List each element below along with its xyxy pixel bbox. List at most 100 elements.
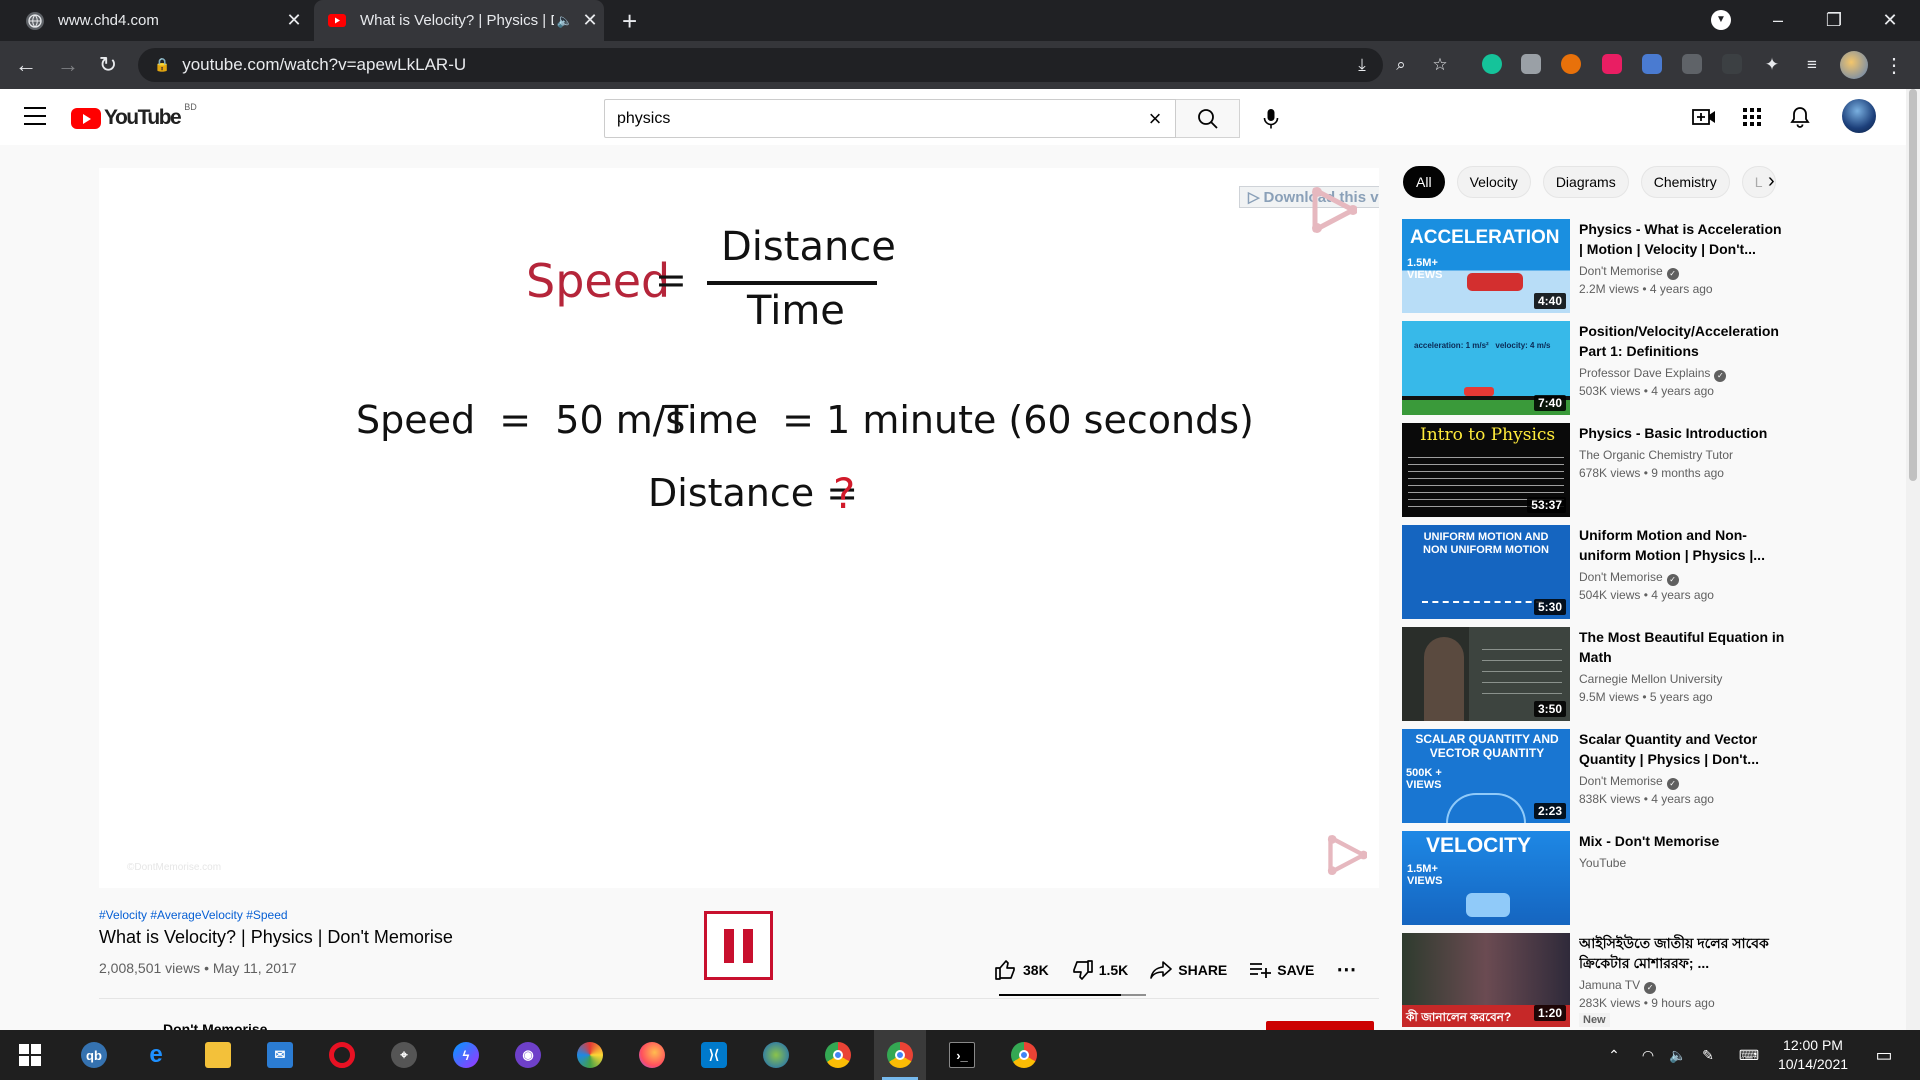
chip-chemistry[interactable]: Chemistry xyxy=(1640,166,1730,198)
speaker-muted-icon[interactable]: 🔈 xyxy=(554,13,576,29)
tab-search-chevron-icon[interactable]: ▼ xyxy=(1711,10,1731,30)
pause-button[interactable] xyxy=(704,911,773,980)
back-arrow-icon[interactable]: ← xyxy=(12,51,40,79)
video-thumbnail[interactable]: ACCELERATION 1.5M+ VIEWS 4:40 xyxy=(1402,219,1570,313)
video-title[interactable]: Position/Velocity/Acceleration Part 1: D… xyxy=(1579,321,1789,361)
channel-name[interactable]: YouTube xyxy=(1579,856,1626,870)
recommendation-item[interactable]: VELOCITY 1.5M+ VIEWS Mix - Don't Memoris… xyxy=(1402,831,1782,925)
recommendation-item[interactable]: কী জানালেন করবেন? 1:20 আইসিইউতে জাতীয় দ… xyxy=(1402,933,1782,1027)
pen-icon[interactable]: ✎ xyxy=(1694,1030,1722,1080)
terminal-icon[interactable]: ›_ xyxy=(936,1030,988,1080)
search-box[interactable]: physics × xyxy=(604,99,1176,138)
recommendation-item[interactable]: ACCELERATION 1.5M+ VIEWS 4:40 Physics - … xyxy=(1402,219,1782,313)
action-center-icon[interactable]: ▭ xyxy=(1866,1030,1902,1080)
wifi-icon[interactable]: ◠ xyxy=(1634,1030,1662,1080)
apps-grid-icon[interactable] xyxy=(1738,103,1766,131)
dislike-button[interactable]: 1.5K xyxy=(1071,959,1128,980)
qbittorrent-icon[interactable]: qb xyxy=(68,1030,120,1080)
video-player[interactable]: ▷ Download this video ? ✕ Speed = Distan… xyxy=(99,168,1379,888)
clear-search-icon[interactable]: × xyxy=(1135,106,1175,132)
screen-extension-icon[interactable] xyxy=(1682,54,1702,74)
close-tab-icon[interactable]: ✕ xyxy=(576,10,604,31)
chrome-profile-icon[interactable] xyxy=(998,1030,1050,1080)
hashtags[interactable]: #Velocity #AverageVelocity #Speed xyxy=(99,908,288,922)
recommendation-item[interactable]: acceleration: 1 m/s² velocity: 4 m/s 7:4… xyxy=(1402,321,1782,415)
address-bar[interactable]: 🔒 youtube.com/watch?v=apewLkLAR-U xyxy=(138,48,1383,82)
create-video-icon[interactable] xyxy=(1690,103,1718,131)
pinwheel-app-icon[interactable] xyxy=(564,1030,616,1080)
channel-name[interactable]: Jamuna TV ✓ xyxy=(1579,978,1657,994)
channel-name[interactable]: Carnegie Mellon University xyxy=(1579,672,1722,686)
close-window-button[interactable]: ✕ xyxy=(1862,0,1918,41)
recommendation-item[interactable]: UNIFORM MOTION AND NON UNIFORM MOTION 5:… xyxy=(1402,525,1782,619)
video-thumbnail[interactable]: UNIFORM MOTION AND NON UNIFORM MOTION 5:… xyxy=(1402,525,1570,619)
browser-tab-chd4[interactable]: www.chd4.com ✕ xyxy=(12,0,308,41)
vscode-icon[interactable]: ⟩⟨ xyxy=(688,1030,740,1080)
channel-name[interactable]: Professor Dave Explains ✓ xyxy=(1579,366,1727,382)
extension-icon[interactable] xyxy=(1561,54,1581,74)
chrome-active-icon[interactable] xyxy=(874,1030,926,1080)
youtube-logo[interactable]: YouTube BD xyxy=(71,102,197,130)
volume-icon[interactable]: 🔈 xyxy=(1664,1030,1692,1080)
chevron-right-icon[interactable]: › xyxy=(1768,170,1775,193)
video-thumbnail[interactable]: কী জানালেন করবেন? 1:20 xyxy=(1402,933,1570,1027)
recommendation-item[interactable]: 3:50 The Most Beautiful Equation in Math… xyxy=(1402,627,1784,721)
video-title[interactable]: Uniform Motion and Non-uniform Motion | … xyxy=(1579,525,1789,565)
download-extension-icon[interactable] xyxy=(1642,54,1662,74)
windows-start-icon[interactable] xyxy=(4,1030,56,1080)
channel-name[interactable]: Don't Memorise ✓ xyxy=(1579,264,1679,280)
system-clock[interactable]: 12:00 PM 10/14/2021 xyxy=(1765,1036,1861,1074)
reload-icon[interactable]: ↻ xyxy=(94,51,122,79)
messenger-icon[interactable]: ϟ xyxy=(440,1030,492,1080)
video-thumbnail[interactable]: VELOCITY 1.5M+ VIEWS xyxy=(1402,831,1570,925)
video-thumbnail[interactable]: 3:50 xyxy=(1402,627,1570,721)
video-thumbnail[interactable]: Intro to Physics 53:37 xyxy=(1402,423,1570,517)
video-thumbnail[interactable]: acceleration: 1 m/s² velocity: 4 m/s 7:4… xyxy=(1402,321,1570,415)
channel-name[interactable]: The Organic Chemistry Tutor xyxy=(1579,448,1733,462)
install-app-icon[interactable]: ⤓ xyxy=(1350,53,1374,77)
voice-search-button[interactable] xyxy=(1254,102,1288,136)
more-actions-icon[interactable]: ⋯ xyxy=(1336,957,1356,982)
camera-extension-icon[interactable] xyxy=(1521,54,1541,74)
user-avatar[interactable] xyxy=(1842,99,1876,133)
scrollbar-thumb[interactable] xyxy=(1909,89,1917,481)
opera-icon[interactable] xyxy=(316,1030,368,1080)
satellite-dish-icon[interactable]: ⌖ xyxy=(378,1030,430,1080)
hamburger-menu-icon[interactable] xyxy=(24,107,46,125)
save-button[interactable]: SAVE xyxy=(1249,962,1314,978)
notifications-bell-icon[interactable] xyxy=(1786,103,1814,131)
video-title[interactable]: Scalar Quantity and Vector Quantity | Ph… xyxy=(1579,729,1789,769)
reading-list-icon[interactable]: ≡ xyxy=(1800,53,1824,77)
share-button[interactable]: SHARE xyxy=(1150,960,1227,979)
download-video-bar[interactable]: ▷ Download this video ? ✕ xyxy=(1239,186,1379,208)
chrome-profile-avatar[interactable] xyxy=(1840,51,1868,79)
minimize-window-button[interactable]: – xyxy=(1750,0,1806,41)
new-tab-plus-icon[interactable]: + xyxy=(622,6,637,37)
recommendation-item[interactable]: Intro to Physics 53:37 Physics - Basic I… xyxy=(1402,423,1782,517)
pen-extension-icon[interactable] xyxy=(1722,54,1742,74)
video-title[interactable]: Physics - Basic Introduction xyxy=(1579,423,1789,443)
page-scrollbar[interactable] xyxy=(1906,89,1920,1030)
video-thumbnail[interactable]: SCALAR QUANTITY AND VECTOR QUANTITY 500K… xyxy=(1402,729,1570,823)
globe-app-icon[interactable] xyxy=(750,1030,802,1080)
channel-name[interactable]: Don't Memorise xyxy=(163,1021,267,1030)
subscribe-button[interactable] xyxy=(1266,1021,1374,1030)
recommendation-item[interactable]: SCALAR QUANTITY AND VECTOR QUANTITY 500K… xyxy=(1402,729,1782,823)
mail-icon[interactable]: ✉ xyxy=(254,1030,306,1080)
bookmark-star-icon[interactable]: ☆ xyxy=(1428,53,1452,77)
github-icon[interactable]: ◉ xyxy=(502,1030,554,1080)
play-extension-icon[interactable] xyxy=(1602,54,1622,74)
video-title[interactable]: Mix - Don't Memorise xyxy=(1579,831,1789,851)
chip-velocity[interactable]: Velocity xyxy=(1456,166,1531,198)
edge-icon[interactable]: e xyxy=(130,1030,182,1080)
chip-all[interactable]: All xyxy=(1403,166,1445,198)
close-tab-icon[interactable]: ✕ xyxy=(280,10,308,31)
video-title[interactable]: Physics - What is Acceleration | Motion … xyxy=(1579,219,1789,259)
firefox-icon[interactable] xyxy=(626,1030,678,1080)
puzzle-extensions-icon[interactable]: ✦ xyxy=(1760,53,1784,77)
grammarly-extension-icon[interactable] xyxy=(1482,54,1502,74)
like-button[interactable]: 38K xyxy=(995,959,1049,980)
zoom-icon[interactable]: ⌕ xyxy=(1389,53,1413,77)
channel-name[interactable]: Don't Memorise ✓ xyxy=(1579,570,1679,586)
keyboard-icon[interactable]: ⌨ xyxy=(1734,1030,1764,1080)
